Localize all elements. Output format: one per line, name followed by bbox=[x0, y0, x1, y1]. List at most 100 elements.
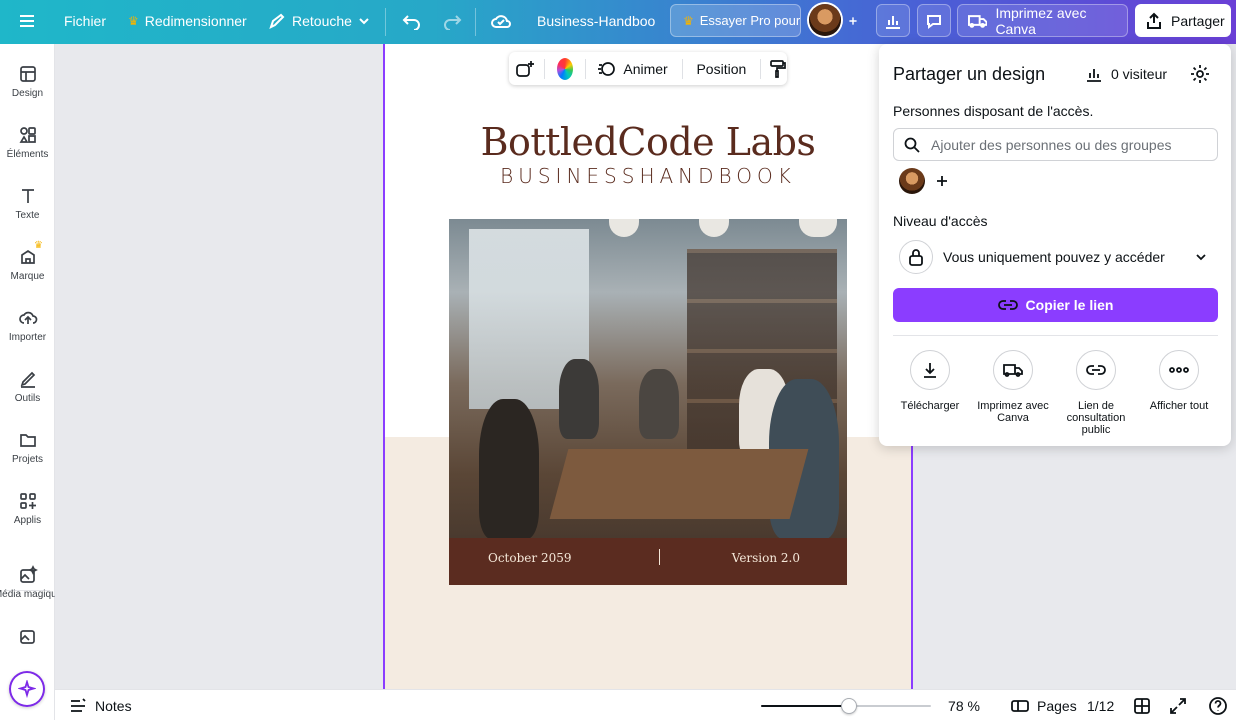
public-view-link-label: Lien de consultation public bbox=[1066, 400, 1126, 436]
sidebar-item-more-apps[interactable] bbox=[0, 626, 55, 646]
sidebar-item-brand[interactable]: Marque bbox=[0, 247, 55, 282]
shapes-icon bbox=[18, 127, 36, 143]
sidebar-item-tools[interactable]: Outils bbox=[0, 369, 55, 404]
sparkle-icon bbox=[18, 680, 36, 698]
redo-button[interactable] bbox=[434, 6, 470, 36]
sidebar-item-label: Outils bbox=[14, 393, 41, 404]
zoom-level-label: 78 % bbox=[948, 697, 980, 714]
draw-icon bbox=[20, 371, 35, 388]
sidebar-item-elements[interactable]: Éléments bbox=[0, 125, 55, 160]
pages-button[interactable]: Pages bbox=[1011, 690, 1077, 720]
resize-button[interactable]: ♛ Redimensionner bbox=[120, 6, 255, 36]
grid-view-button[interactable] bbox=[1133, 690, 1151, 720]
user-avatar[interactable] bbox=[809, 4, 841, 36]
top-bar: Fichier ♛ Redimensionner Retouche Busine… bbox=[0, 0, 1236, 44]
help-icon bbox=[1209, 696, 1227, 715]
share-settings-button[interactable] bbox=[1190, 64, 1210, 89]
footer-band: October 2059 Version 2.0 bbox=[449, 538, 847, 585]
sidebar-item-projects[interactable]: Projets bbox=[0, 430, 55, 465]
print-with-canva-button[interactable]: Imprimez avec Canva bbox=[957, 4, 1128, 37]
separator bbox=[475, 8, 476, 36]
download-label: Télécharger bbox=[900, 400, 960, 412]
try-pro-button[interactable]: ♛ Essayer Pro pour 30 jours bbox=[670, 4, 801, 37]
add-collaborator-button[interactable] bbox=[840, 6, 866, 36]
date-text[interactable]: October 2059 bbox=[488, 551, 571, 565]
animate-button[interactable]: Animer bbox=[591, 60, 673, 78]
notes-icon bbox=[71, 697, 86, 712]
sidebar-item-design[interactable]: Design bbox=[0, 64, 55, 99]
share-upload-icon bbox=[1147, 12, 1161, 29]
folder-icon bbox=[19, 434, 36, 447]
photo-lamp bbox=[699, 219, 729, 237]
cloud-check-icon bbox=[491, 15, 511, 28]
bottom-bar: Notes 78 % Pages 1/12 bbox=[55, 689, 1236, 720]
photo-person bbox=[639, 369, 679, 439]
print-action[interactable]: Imprimez avec Canva bbox=[970, 350, 1056, 424]
download-action[interactable]: Télécharger bbox=[887, 350, 973, 412]
photo-lamp bbox=[609, 219, 639, 237]
file-menu-button[interactable]: Fichier bbox=[56, 6, 114, 36]
zoom-slider[interactable] bbox=[761, 698, 931, 714]
brand-subtitle[interactable]: BUSINESSHANDBOOK bbox=[385, 164, 911, 188]
sidebar-item-magic-media[interactable]: Média magique bbox=[0, 565, 58, 600]
notes-button[interactable]: Notes bbox=[69, 690, 132, 720]
separator bbox=[584, 58, 586, 79]
share-button[interactable]: Partager bbox=[1135, 4, 1231, 37]
position-button[interactable]: Position bbox=[690, 61, 752, 77]
comments-button[interactable] bbox=[917, 4, 951, 37]
pencil-icon bbox=[269, 13, 285, 29]
undo-button[interactable] bbox=[394, 6, 430, 36]
design-page[interactable]: BottledCode Labs BUSINESSHANDBOOK Octobe… bbox=[383, 44, 913, 689]
document-title-text: Business-Handbook bbox=[537, 13, 655, 29]
sidebar-item-label: Média magique bbox=[0, 589, 58, 600]
link-icon bbox=[1076, 350, 1116, 390]
retouch-button[interactable]: Retouche bbox=[260, 6, 378, 36]
fullscreen-button[interactable] bbox=[1169, 690, 1187, 720]
show-all-action[interactable]: Afficher tout bbox=[1136, 350, 1222, 412]
copy-link-button[interactable]: Copier le lien bbox=[893, 288, 1218, 322]
add-person-button[interactable] bbox=[929, 168, 955, 194]
gear-icon bbox=[1191, 65, 1209, 83]
brand-title[interactable]: BottledCode Labs bbox=[385, 120, 911, 164]
layout-icon bbox=[19, 66, 36, 82]
zoom-slider-handle[interactable] bbox=[841, 698, 858, 714]
file-menu-label: Fichier bbox=[64, 13, 107, 29]
cloud-save-button[interactable] bbox=[482, 6, 520, 36]
photo-person bbox=[559, 359, 599, 439]
crown-icon: ♛ bbox=[128, 14, 139, 28]
menu-icon[interactable] bbox=[10, 6, 44, 36]
cloud-upload-icon bbox=[18, 311, 37, 324]
public-view-link-action[interactable]: Lien de consultation public bbox=[1053, 350, 1139, 436]
color-picker-button[interactable] bbox=[556, 57, 573, 80]
separator bbox=[760, 58, 761, 79]
sidebar-item-apps[interactable]: Applis bbox=[0, 491, 55, 526]
page-counter-text: 1/12 bbox=[1087, 697, 1115, 714]
help-button[interactable] bbox=[1208, 690, 1228, 720]
team-meeting-photo[interactable]: October 2059 Version 2.0 bbox=[449, 219, 847, 585]
zoom-slider-fill bbox=[761, 705, 850, 707]
analytics-button[interactable] bbox=[876, 4, 910, 37]
left-sidebar: Design Éléments Texte Marque ♛ Importer … bbox=[0, 44, 58, 720]
zoom-level-button[interactable]: 78 % bbox=[941, 690, 987, 720]
retouch-label: Retouche bbox=[292, 13, 352, 29]
magic-assistant-button[interactable] bbox=[9, 671, 45, 707]
owner-avatar[interactable] bbox=[899, 168, 925, 194]
copy-link-label: Copier le lien bbox=[1025, 297, 1114, 313]
add-page-button[interactable] bbox=[513, 60, 538, 78]
download-icon bbox=[910, 350, 950, 390]
add-people-input[interactable]: Ajouter des personnes ou des groupes bbox=[893, 128, 1218, 161]
visitors-button[interactable]: 0 visiteur bbox=[1085, 65, 1167, 83]
paint-format-button[interactable] bbox=[769, 59, 787, 79]
access-level-value: Vous uniquement pouvez y accéder bbox=[943, 249, 1165, 265]
expand-icon bbox=[1170, 697, 1186, 714]
version-text[interactable]: Version 2.0 bbox=[732, 551, 800, 565]
sidebar-item-uploads[interactable]: Importer bbox=[0, 308, 55, 343]
sidebar-item-text[interactable]: Texte bbox=[0, 186, 55, 221]
link-icon bbox=[997, 300, 1018, 310]
access-level-dropdown[interactable]: Vous uniquement pouvez y accéder bbox=[899, 240, 1218, 274]
lock-icon bbox=[899, 240, 933, 274]
comment-icon bbox=[927, 14, 941, 29]
print-label: Imprimez avec Canva bbox=[995, 4, 1087, 37]
document-title[interactable]: Business-Handbook bbox=[525, 6, 655, 36]
collaborators-row bbox=[899, 168, 955, 194]
